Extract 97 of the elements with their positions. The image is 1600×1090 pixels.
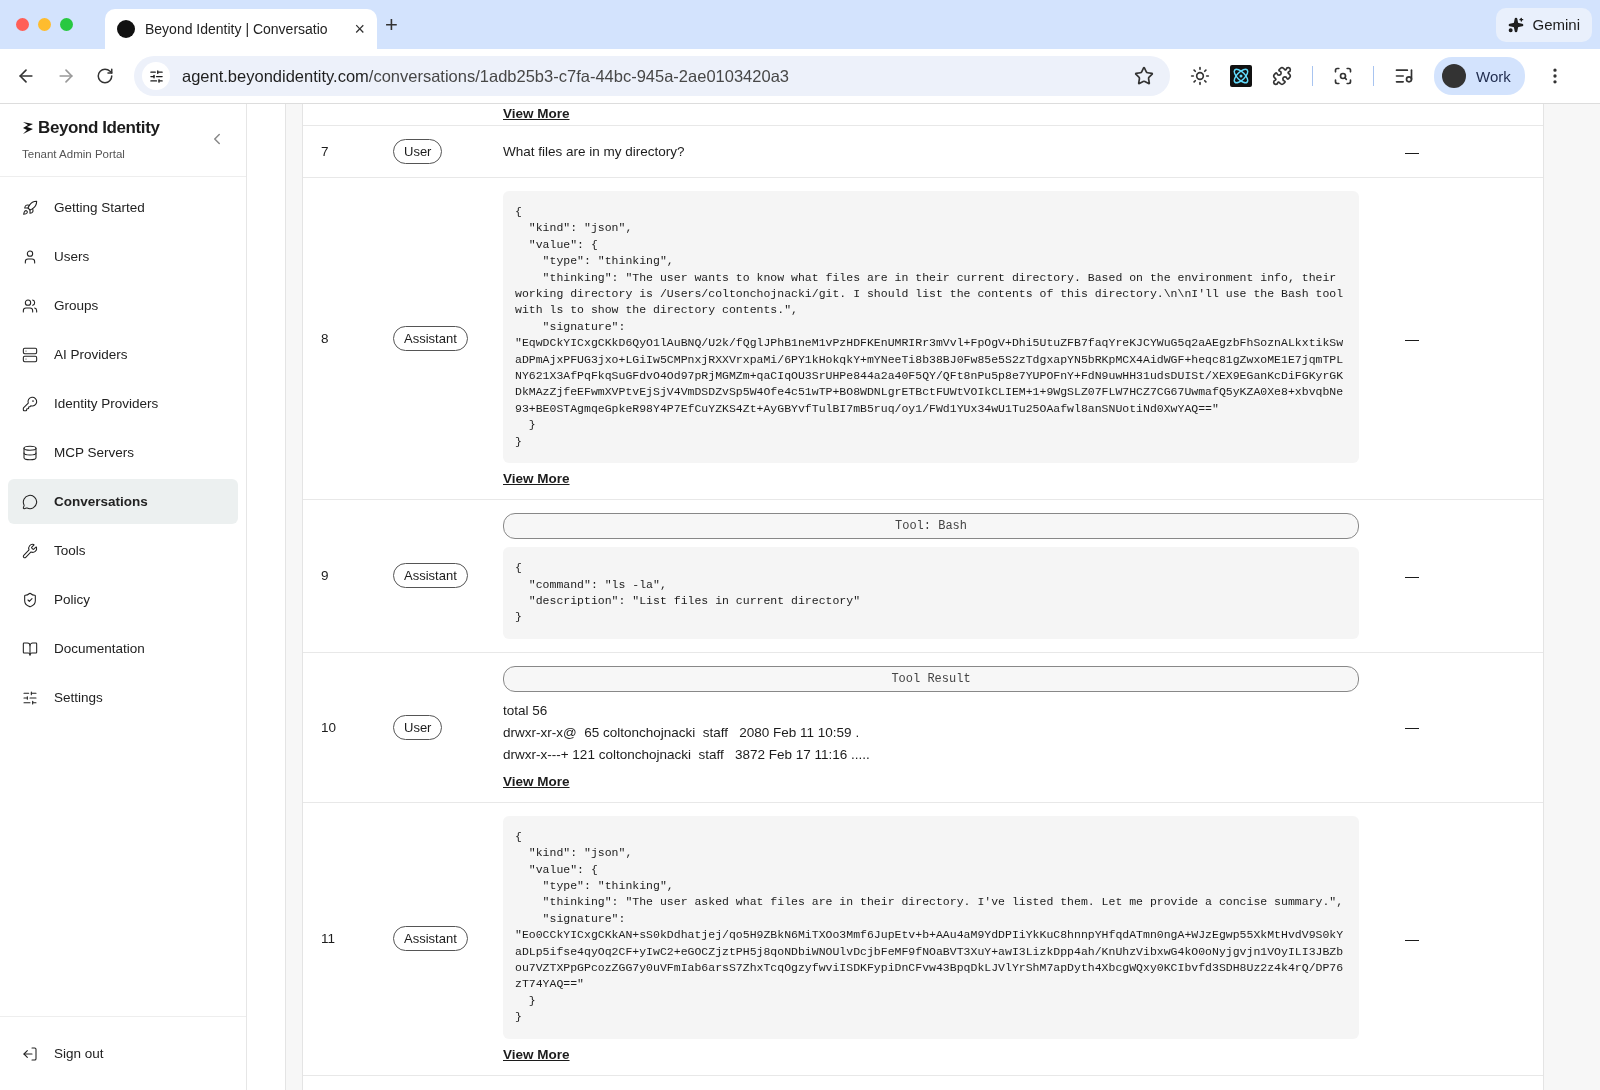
output-line: drwxr-xr-x@ 65 coltonchojnacki staff 2080 Feb 11 10:59 . [503, 723, 861, 742]
code-line: } [515, 609, 523, 626]
row-index: 8 [320, 331, 329, 347]
nav-item[interactable]: Settings [8, 675, 238, 720]
row-status: — [1404, 143, 1419, 160]
book-icon [22, 640, 38, 657]
sparkle-icon [1508, 16, 1525, 33]
code-line: { [515, 204, 523, 220]
code-line: "type": "thinking", [541, 877, 675, 894]
nav-item[interactable]: Documentation [8, 626, 238, 671]
bookmark-star-icon[interactable] [1134, 66, 1154, 86]
code-line: "command": "ls -la", [527, 576, 668, 593]
nav-item[interactable]: Policy [8, 577, 238, 622]
key-icon [22, 395, 38, 412]
browser-tab[interactable]: Beyond Identity | Conversatio × [105, 9, 377, 49]
tool-label: Tool: Bash [503, 513, 1359, 540]
code-line: "type": "thinking", [541, 253, 675, 270]
code-line: DkMAzZjfeEFwmXVPtvEjSjV4VmDSDZvSp5W4Ofe4c51wTP+BO8WDNLgrETBctFUWtVOIkCLIEM+1+9WgSLZ07FLW7HCZ7CG67UwmafQ5yKZA0Xe8+xbvqbNe [515, 384, 1345, 401]
row-status: — [1404, 330, 1419, 347]
code-line: } [527, 992, 537, 1009]
tab-title: Beyond Identity | Conversatio [145, 21, 329, 37]
tool-label: Tool Result [503, 665, 1359, 692]
view-more-link[interactable]: View More [503, 1046, 570, 1062]
code-line: working directory is /Users/coltonchojnacki/git. I should list the contents of this directory.\n\nI'll use the Bash tool [515, 286, 1345, 303]
atom-extension-icon[interactable] [1230, 65, 1252, 87]
nav-item[interactable]: Groups [8, 283, 238, 328]
chat-icon [22, 493, 38, 510]
sign-out-icon [22, 1045, 38, 1062]
row-status: — [1404, 930, 1419, 947]
portal-subtitle: Tenant Admin Portal [22, 148, 126, 160]
database-icon [22, 444, 38, 461]
code-line: "Eo0CCkYICxgCKkAN+sS0kDdhatjej/qo5H9ZBkN6MiTXOo3Mmf6JupEtv+b+AAu4aM9YdDPIiYkKuC8hnnpYHfqdATmn0ngA+WJzEgwp55XkMtHvdV9S0kY [515, 927, 1345, 944]
brand-name: Beyond Identity [38, 118, 160, 138]
favicon-icon [117, 20, 135, 38]
avatar-icon [1442, 64, 1466, 88]
code-line: "signature": [541, 318, 627, 335]
code-line: zT74YAQ==" [515, 976, 585, 993]
code-line: { [515, 828, 523, 845]
site-info-icon[interactable] [142, 62, 170, 90]
media-control-icon[interactable] [1394, 66, 1414, 86]
row-index: 9 [320, 568, 329, 584]
output-line: drwxr-x---+ 121 coltonchojnacki staff 3872 Feb 17 11:16 ..... [503, 745, 871, 764]
nav-item[interactable]: Getting Started [8, 185, 238, 230]
nav-item[interactable]: Identity Providers [8, 381, 238, 426]
nav-item[interactable]: Tools [8, 528, 238, 573]
code-line: } [527, 417, 537, 434]
users-icon [22, 297, 38, 314]
code-line: NY621X3AfPqFkqSuGFdvO4Od97pRjMGMZm+qaCIqOU3SrUHPe844a2a40F5QY/QFt8nPu5p8e7YUPOFnY+FdN9uwHH31udsDUISt/XEX9EGanKcDiFGKyrGK [515, 368, 1345, 385]
server-icon [22, 346, 38, 363]
profile-button[interactable]: Work [1434, 57, 1525, 95]
code-line: aDLp5ifse4qyOq2CF+yIwC2+eGOCZjztPH5j8qoNDbiWNOUlvDcjbFeMF9fNOaBVT3XuY+awI3LizkDpp4ah/KnUhzVibxwG4kO0oNyjgvjn1VOyILI3JBZb [515, 943, 1345, 960]
code-line: "EqwDCkYICxgCKkD6QyO1lAuBNQ/U2k/fQglJPhB1neM1vPzHDFKEnUMRIRr3mVvl+FpOgV+Dhi5UtuZFB7faqYreKJCYWuG5q2aAEgzbFhSoznALkxtikSw [515, 335, 1345, 352]
code-line: 93+BE0STAgmqeGpkeR98Y4P7EfCuYZKS4Zt+AyGBYvfTulBI7mB5ruq/oy1/FWd1YUx34wU1Tu25OAafwl8anSNUotiNd0XwYAQ==" [515, 400, 1220, 417]
code-line: ou7VZTXPpGPcozZGG7y0uVFmIab6arsS7ZhxTcqOgzyfwviISDKFypiDnCFvw43BpqDkLJVlYrShM7apDyth4XbcgWQxy0KCIbvfd3SDH8Uz2z4k4rQ/DP76 [515, 959, 1345, 976]
code-line: } [515, 433, 523, 450]
code-line: "description": "List files in current directory" [527, 592, 862, 609]
new-tab-button[interactable]: + [385, 11, 398, 38]
nav-item[interactable]: MCP Servers [8, 430, 238, 475]
code-line: "kind": "json", [527, 845, 634, 862]
shield-icon [22, 591, 38, 608]
row-status: — [1404, 567, 1419, 584]
nav-item[interactable]: Conversations [8, 479, 238, 524]
rocket-icon [22, 199, 38, 216]
reload-button[interactable] [96, 67, 114, 85]
wrench-icon [22, 542, 38, 559]
close-tab-button[interactable]: × [354, 18, 365, 40]
code-line: { [515, 560, 523, 577]
screen-search-icon[interactable] [1333, 66, 1353, 86]
view-more-link[interactable]: View More [503, 471, 570, 487]
row-index: 7 [320, 144, 329, 159]
row-index: 11 [320, 931, 335, 947]
nav-item[interactable]: Users [8, 234, 238, 279]
code-line: "value": { [527, 861, 599, 878]
code-line: "thinking": "The user asked what files are in their directory. I've listed them. Let me provide a concise summary.", [541, 894, 1345, 911]
user-icon [22, 248, 38, 265]
nav-item[interactable]: AI Providers [8, 332, 238, 377]
settings-icon [22, 689, 38, 706]
address-bar[interactable]: agent.beyondidentity.com/conversations/1adb25b3-c7fa-44bc-945a-2ae0103420a3 [134, 56, 1170, 96]
brand-logo-icon [22, 121, 34, 135]
code-line: } [515, 1009, 523, 1026]
message-text: What files are in my directory? [503, 144, 686, 159]
output-line: total 56 [503, 701, 549, 720]
puzzle-extension-icon[interactable] [1272, 66, 1292, 86]
code-line: "value": { [527, 236, 599, 253]
code-line: aDPmAjxPFUG3jxo+LGiIw5CMPnxjRXXVrxpaMi/6PY1kHokqkY+mYNeeTi8b38BJ0Fw85e5S2zTdgxapYN5bRKpMCX4AidWGF+heqc81gZwxoME1E7jqmTPL [515, 351, 1345, 368]
code-line: "kind": "json", [527, 220, 634, 237]
sun-extension-icon[interactable] [1190, 66, 1210, 86]
view-more-link[interactable]: View More [503, 773, 570, 789]
row-index: 10 [320, 719, 337, 735]
code-line: "thinking": "The user wants to know what files are in their current directory. Based on the environment info, their [541, 269, 1338, 286]
row-status: — [1404, 719, 1419, 736]
url-text: agent.beyondidentity.com/conversations/1adb25b3-c7fa-44bc-945a-2ae0103420a3 [182, 66, 790, 86]
code-line: with ls to show the directory contents.", [515, 302, 799, 319]
view-more-link[interactable]: View More [503, 106, 570, 121]
sign-out-item[interactable]: Sign out [0, 1016, 246, 1090]
code-line: "signature": [541, 910, 627, 927]
gemini-button[interactable]: Gemini [1496, 7, 1592, 42]
